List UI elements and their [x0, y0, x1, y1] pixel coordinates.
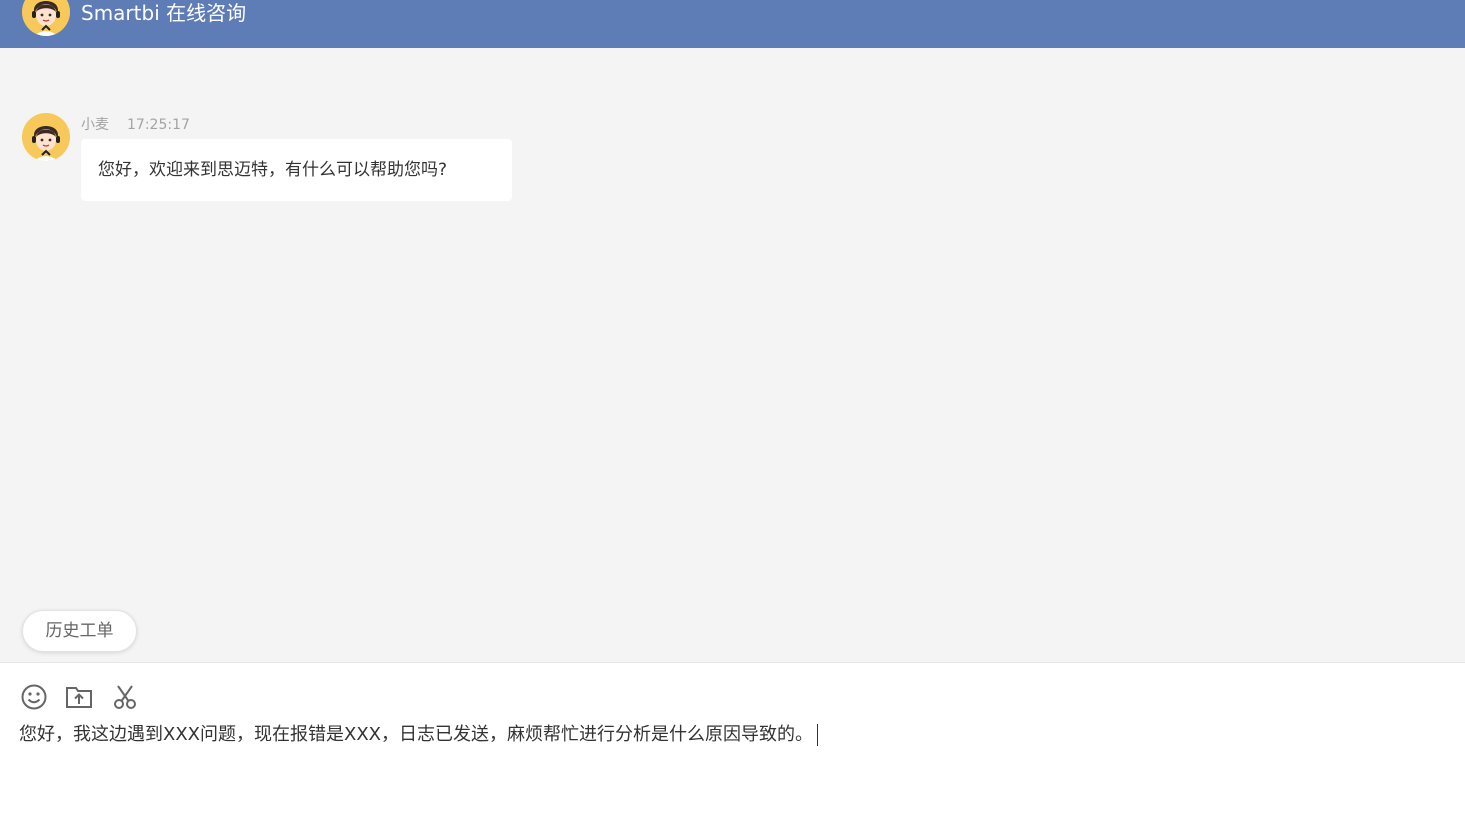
agent-avatar-icon [22, 113, 70, 161]
message-bubble: 您好，欢迎来到思迈特，有什么可以帮助您吗? [81, 139, 512, 201]
upload-folder-icon[interactable] [65, 683, 93, 711]
message-time: 17:25:17 [127, 117, 190, 133]
agent-avatar-icon [22, 0, 70, 36]
history-tickets-button[interactable]: 历史工单 [22, 610, 137, 652]
message-input[interactable]: 您好，我这边遇到XXX问题，现在报错是XXX，日志已发送，麻烦帮忙进行分析是什么… [19, 721, 818, 749]
message-meta: 小麦 17:25:17 [81, 115, 190, 135]
composer-panel: 您好，我这边遇到XXX问题，现在报错是XXX，日志已发送，麻烦帮忙进行分析是什么… [0, 662, 1465, 816]
text-caret [816, 724, 818, 746]
message-input-value: 您好，我这边遇到XXX问题，现在报错是XXX，日志已发送，麻烦帮忙进行分析是什么… [19, 724, 813, 745]
chat-header: Smartbi 在线咨询 [0, 0, 1465, 48]
message-list: 小麦 17:25:17 您好，欢迎来到思迈特，有什么可以帮助您吗? 历史工单 [0, 48, 1465, 662]
scissors-icon[interactable] [112, 683, 140, 711]
emoji-icon[interactable] [20, 683, 48, 711]
sender-name: 小麦 [81, 117, 109, 133]
header-title: Smartbi 在线咨询 [81, 1, 247, 25]
